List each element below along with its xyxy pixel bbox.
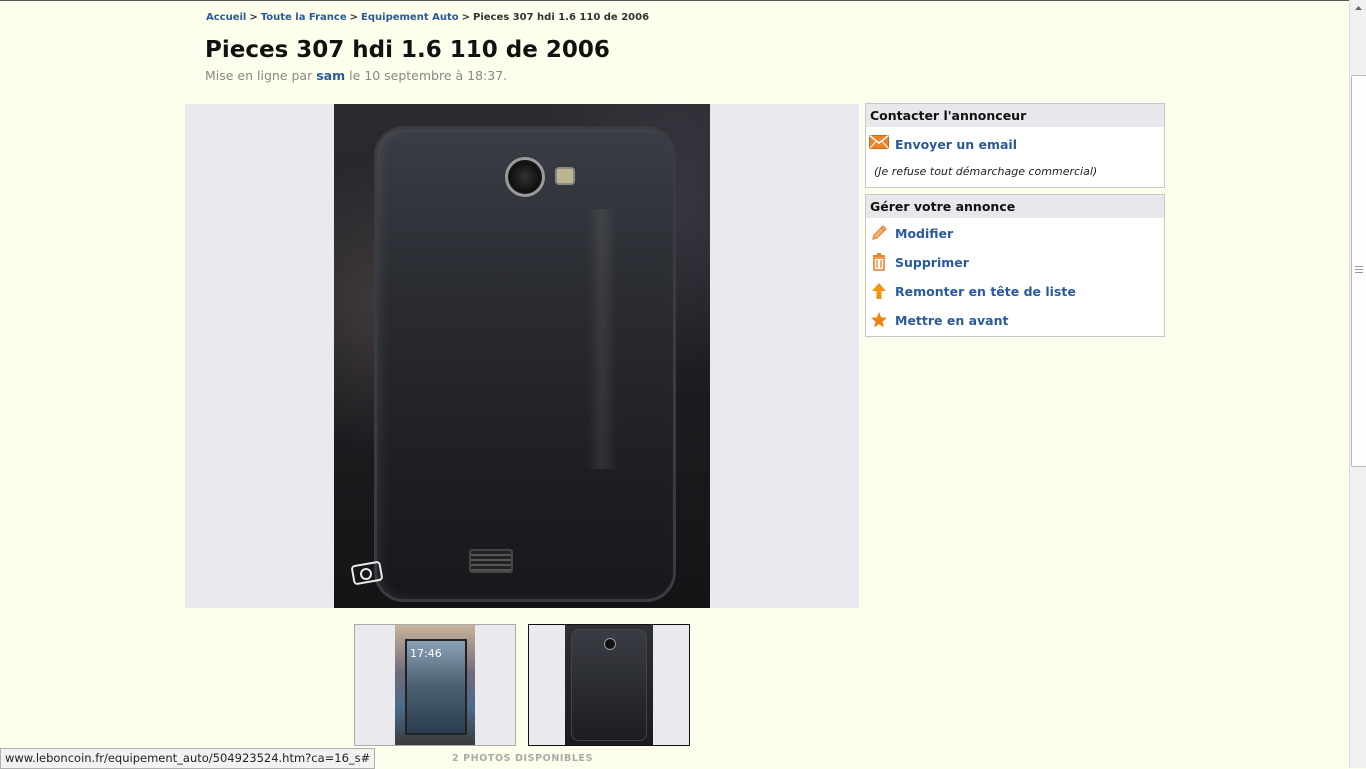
envelope-icon bbox=[869, 134, 889, 153]
author-link[interactable]: sam bbox=[316, 68, 345, 83]
modify-label[interactable]: Modifier bbox=[895, 226, 953, 241]
thumbnail-phone-back bbox=[571, 629, 647, 741]
contact-panel-title: Contacter l'annonceur bbox=[866, 104, 1164, 127]
arrow-up-icon bbox=[869, 282, 889, 300]
send-email-label[interactable]: Envoyer un email bbox=[895, 137, 1017, 152]
breadcrumb-separator: > bbox=[349, 12, 359, 23]
page-title: Pieces 307 hdi 1.6 110 de 2006 bbox=[205, 37, 610, 63]
breadcrumb-link-toute-la-france[interactable]: Toute la France bbox=[261, 12, 347, 23]
bump-to-top-label[interactable]: Remonter en tête de liste bbox=[895, 284, 1076, 299]
trash-icon bbox=[869, 253, 889, 271]
no-solicitation-note: (Je refuse tout démarchage commercial) bbox=[874, 165, 1098, 178]
phone-back bbox=[374, 126, 676, 602]
breadcrumb-link-accueil[interactable]: Accueil bbox=[206, 12, 246, 23]
contact-panel: Contacter l'annonceur Envoyer un email (… bbox=[865, 103, 1165, 188]
main-photo-area bbox=[185, 104, 859, 608]
breadcrumb-current: Pieces 307 hdi 1.6 110 de 2006 bbox=[473, 12, 650, 23]
pencil-icon bbox=[869, 224, 889, 242]
breadcrumb: Accueil > Toute la France > Equipement Auto >… bbox=[206, 12, 649, 23]
delete-button[interactable]: Supprimer bbox=[869, 252, 969, 272]
thumbnail-1[interactable]: 17:46 bbox=[354, 624, 516, 746]
breadcrumb-separator: > bbox=[249, 12, 258, 23]
camera-watermark-icon bbox=[350, 556, 386, 586]
scroll-up-arrow-icon[interactable] bbox=[1350, 0, 1366, 17]
main-photo[interactable] bbox=[334, 104, 710, 608]
window-top-border bbox=[0, 0, 1366, 1]
feature-ad-button[interactable]: Mettre en avant bbox=[869, 310, 1008, 330]
scrollbar-thumb[interactable] bbox=[1351, 75, 1366, 467]
scrollbar-grip-icon bbox=[1355, 266, 1363, 274]
photos-count: 2 PHOTOS DISPONIBLES bbox=[452, 753, 594, 764]
phone-camera bbox=[505, 157, 545, 197]
feature-ad-label[interactable]: Mettre en avant bbox=[895, 313, 1008, 328]
star-icon bbox=[869, 311, 889, 329]
bump-to-top-button[interactable]: Remonter en tête de liste bbox=[869, 281, 1076, 301]
posted-date: le 10 septembre à 18:37. bbox=[349, 68, 508, 83]
status-bar-url: www.leboncoin.fr/equipement_auto/5049235… bbox=[0, 748, 376, 769]
delete-label[interactable]: Supprimer bbox=[895, 255, 969, 270]
send-email-button[interactable]: Envoyer un email bbox=[869, 134, 1017, 154]
vertical-scrollbar[interactable] bbox=[1349, 0, 1366, 768]
thumbnail-phone-screen: 17:46 bbox=[405, 639, 467, 735]
manage-panel: Gérer votre annonce Modifier Supprimer R… bbox=[865, 194, 1165, 337]
phone-flash bbox=[555, 167, 575, 185]
manage-panel-title: Gérer votre annonce bbox=[866, 195, 1164, 218]
posted-prefix: Mise en ligne par bbox=[205, 68, 313, 83]
thumbnail-time: 17:46 bbox=[410, 647, 442, 660]
breadcrumb-separator: > bbox=[461, 12, 470, 23]
thumbnail-2[interactable] bbox=[528, 624, 690, 746]
phone-speaker bbox=[469, 549, 513, 573]
breadcrumb-link-equipement-auto[interactable]: Equipement Auto bbox=[361, 12, 459, 23]
modify-button[interactable]: Modifier bbox=[869, 223, 953, 243]
posted-info: Mise en ligne par sam le 10 septembre à … bbox=[205, 68, 507, 83]
